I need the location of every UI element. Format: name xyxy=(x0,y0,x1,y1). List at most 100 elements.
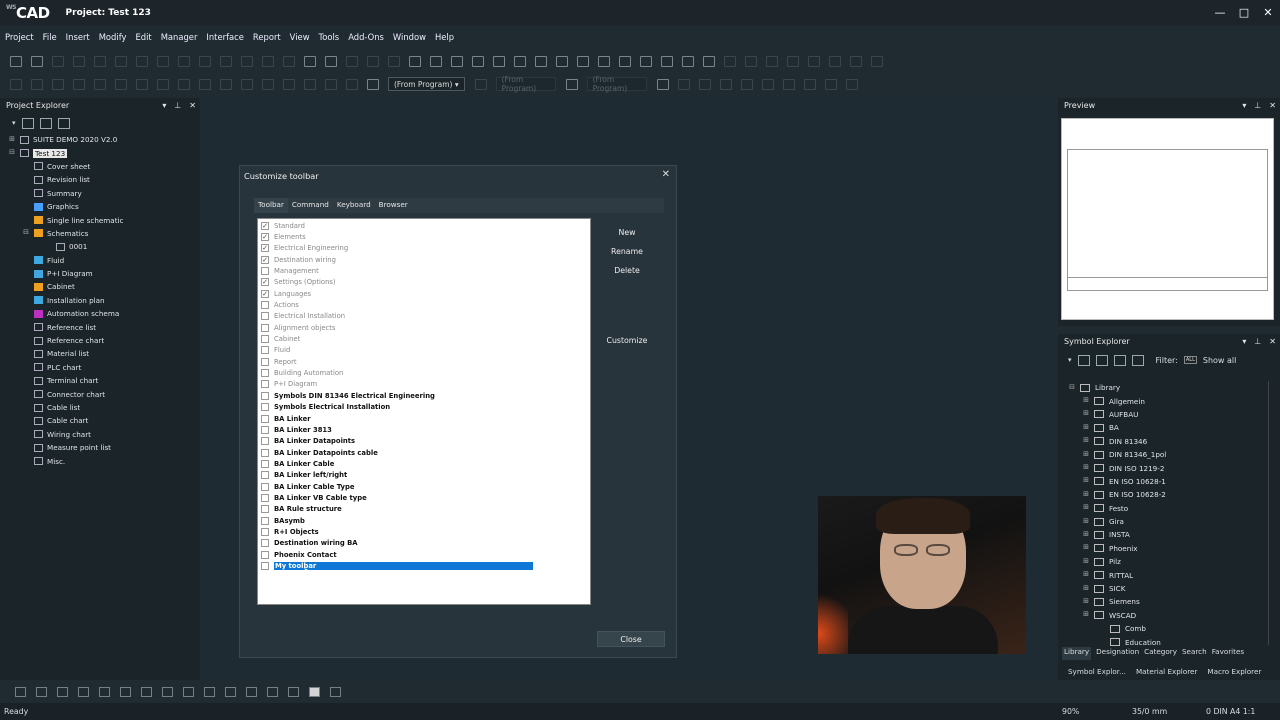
circle-icon[interactable] xyxy=(136,78,148,90)
library-item[interactable]: ⊞ Gira xyxy=(1062,515,1276,528)
expand-toggle-icon[interactable]: ⊞ xyxy=(1082,477,1090,485)
toolbar-checkbox[interactable] xyxy=(261,482,269,491)
export-icon[interactable] xyxy=(598,55,610,67)
color-swatch-icon[interactable] xyxy=(309,687,320,697)
save-icon[interactable] xyxy=(52,55,64,67)
user-icon[interactable] xyxy=(682,55,694,67)
expand-toggle-icon[interactable]: ⊞ xyxy=(1082,423,1090,432)
expand-toggle-icon[interactable]: ⊞ xyxy=(1082,557,1090,566)
close-button[interactable]: Close xyxy=(597,631,665,647)
toolbar-checkbox[interactable]: ✓ xyxy=(261,233,269,242)
expand-toggle-icon[interactable]: ⊞ xyxy=(1082,410,1090,418)
menu-report[interactable]: Report xyxy=(253,32,281,42)
project-tree-item[interactable]: Reference list xyxy=(8,320,200,333)
undo-icon[interactable] xyxy=(199,55,211,67)
toolbar-list-item[interactable]: ✓ Electrical Engineering xyxy=(258,243,590,254)
tab-keyboard[interactable]: Keyboard xyxy=(333,198,375,213)
pen-icon[interactable] xyxy=(204,687,215,697)
toolbar-checkbox[interactable]: ✓ xyxy=(261,244,269,253)
page-icon[interactable] xyxy=(430,55,442,67)
toolbar-checkbox[interactable] xyxy=(261,459,269,468)
toolbar-list-item[interactable]: BAsymb xyxy=(258,515,590,526)
menu-help[interactable]: Help xyxy=(435,32,454,42)
tab-library[interactable]: Library xyxy=(1062,647,1092,660)
library-item[interactable]: ⊞ DIN 81346 xyxy=(1062,435,1276,448)
tab-symbol-explorer[interactable]: Symbol Explor... xyxy=(1068,667,1126,676)
expand-toggle-icon[interactable] xyxy=(1098,625,1106,633)
library-item[interactable]: ⊞ INSTA xyxy=(1062,528,1276,541)
text-style-icon[interactable] xyxy=(367,78,379,90)
image-icon[interactable] xyxy=(262,78,274,90)
folder-icon[interactable] xyxy=(1095,354,1108,366)
line-weight-icon[interactable] xyxy=(565,78,578,90)
project-tree-item[interactable]: Fluid xyxy=(8,254,200,267)
line3-icon[interactable] xyxy=(766,55,778,67)
toolbar-list-item[interactable]: ✓ Languages xyxy=(258,288,590,299)
symbol-scrollbar[interactable] xyxy=(1268,381,1276,645)
open-file-icon[interactable] xyxy=(31,55,43,67)
expand-toggle-icon[interactable]: ⊞ xyxy=(1082,597,1090,606)
dropdown-icon[interactable]: ▾ xyxy=(1242,337,1246,346)
toolbar-checkbox[interactable]: ✓ xyxy=(261,278,269,287)
layers-icon[interactable] xyxy=(535,55,547,67)
toolbar-list-item[interactable]: Phoenix Contact xyxy=(258,549,590,560)
menu-manager[interactable]: Manager xyxy=(161,32,198,42)
toolbar-checkbox[interactable] xyxy=(261,437,269,446)
line7-icon[interactable] xyxy=(850,55,862,67)
library-root[interactable]: ⊟ Library xyxy=(1062,381,1276,394)
line5-icon[interactable] xyxy=(808,55,820,67)
line4-icon[interactable] xyxy=(787,55,799,67)
toolbar-list-item[interactable]: R+I Objects xyxy=(258,526,590,537)
fill-icon[interactable] xyxy=(288,687,299,697)
print-icon[interactable] xyxy=(94,55,106,67)
dotted-line-icon[interactable] xyxy=(246,687,257,697)
tab-designation[interactable]: Designation xyxy=(1096,647,1139,660)
library-item[interactable]: ⊞ Siemens xyxy=(1062,595,1276,608)
expand-toggle-icon[interactable]: ⊞ xyxy=(1082,611,1090,619)
tab-favorites[interactable]: Favorites xyxy=(1212,647,1244,660)
library-item[interactable]: ⊞ Allgemein xyxy=(1062,394,1276,407)
eye-icon[interactable] xyxy=(619,55,631,67)
copy-icon[interactable] xyxy=(262,55,274,67)
toolbar-checkbox[interactable] xyxy=(261,505,269,514)
line-style-icon[interactable] xyxy=(474,78,487,90)
dim8-icon[interactable] xyxy=(845,78,858,90)
toolbar-list-item[interactable]: BA Linker Datapoints xyxy=(258,436,590,447)
cut-icon[interactable] xyxy=(241,55,253,67)
line-tool-icon[interactable] xyxy=(94,78,106,90)
filter-value[interactable]: Show all xyxy=(1203,356,1236,365)
snap-icon[interactable] xyxy=(656,78,669,90)
toolbar-checkbox[interactable] xyxy=(261,403,269,412)
pen-icon[interactable] xyxy=(31,78,43,90)
toolbar-list-item[interactable]: BA Linker VB Cable type xyxy=(258,492,590,503)
tab-browser[interactable]: Browser xyxy=(375,198,412,213)
thick-line-icon[interactable] xyxy=(267,687,278,697)
dropdown-icon[interactable]: ▾ xyxy=(162,101,166,110)
toolbar-list-item[interactable]: P+I Diagram xyxy=(258,379,590,390)
end-icon[interactable] xyxy=(178,55,190,67)
toolbar-checkbox[interactable] xyxy=(261,561,269,570)
play-icon[interactable] xyxy=(115,55,127,67)
distance-icon[interactable] xyxy=(141,687,152,697)
project-tree-item[interactable]: Installation plan xyxy=(8,294,200,307)
dim2-icon[interactable] xyxy=(719,78,732,90)
project-tree-item[interactable]: Material list xyxy=(8,347,200,360)
expand-toggle-icon[interactable]: ⊞ xyxy=(1082,504,1090,512)
minimize-button[interactable]: — xyxy=(1208,0,1232,24)
toolbar-checkbox[interactable] xyxy=(261,369,269,378)
toolbar-list-item[interactable]: Symbols Electrical Installation xyxy=(258,402,590,413)
project-tree-item[interactable]: 0001 xyxy=(8,240,200,253)
folder-icon[interactable] xyxy=(21,117,34,129)
toolbar-checkbox[interactable] xyxy=(261,527,269,536)
align-icon[interactable] xyxy=(325,78,337,90)
toolbar-checkbox[interactable] xyxy=(261,414,269,423)
project-tree-item[interactable]: ⊟ Schematics xyxy=(8,227,200,240)
dim7-icon[interactable] xyxy=(824,78,837,90)
tab-toolbar[interactable]: Toolbar xyxy=(254,198,288,213)
library-item[interactable]: ⊞ DIN ISO 1219-2 xyxy=(1062,461,1276,474)
toolbar-list-item[interactable]: Management xyxy=(258,265,590,276)
project-tree-item[interactable]: Revision list xyxy=(8,173,200,186)
expand-toggle-icon[interactable]: ⊞ xyxy=(1082,544,1090,552)
toolbar-checkbox[interactable] xyxy=(261,391,269,400)
toolbar-checkbox[interactable] xyxy=(261,425,269,434)
